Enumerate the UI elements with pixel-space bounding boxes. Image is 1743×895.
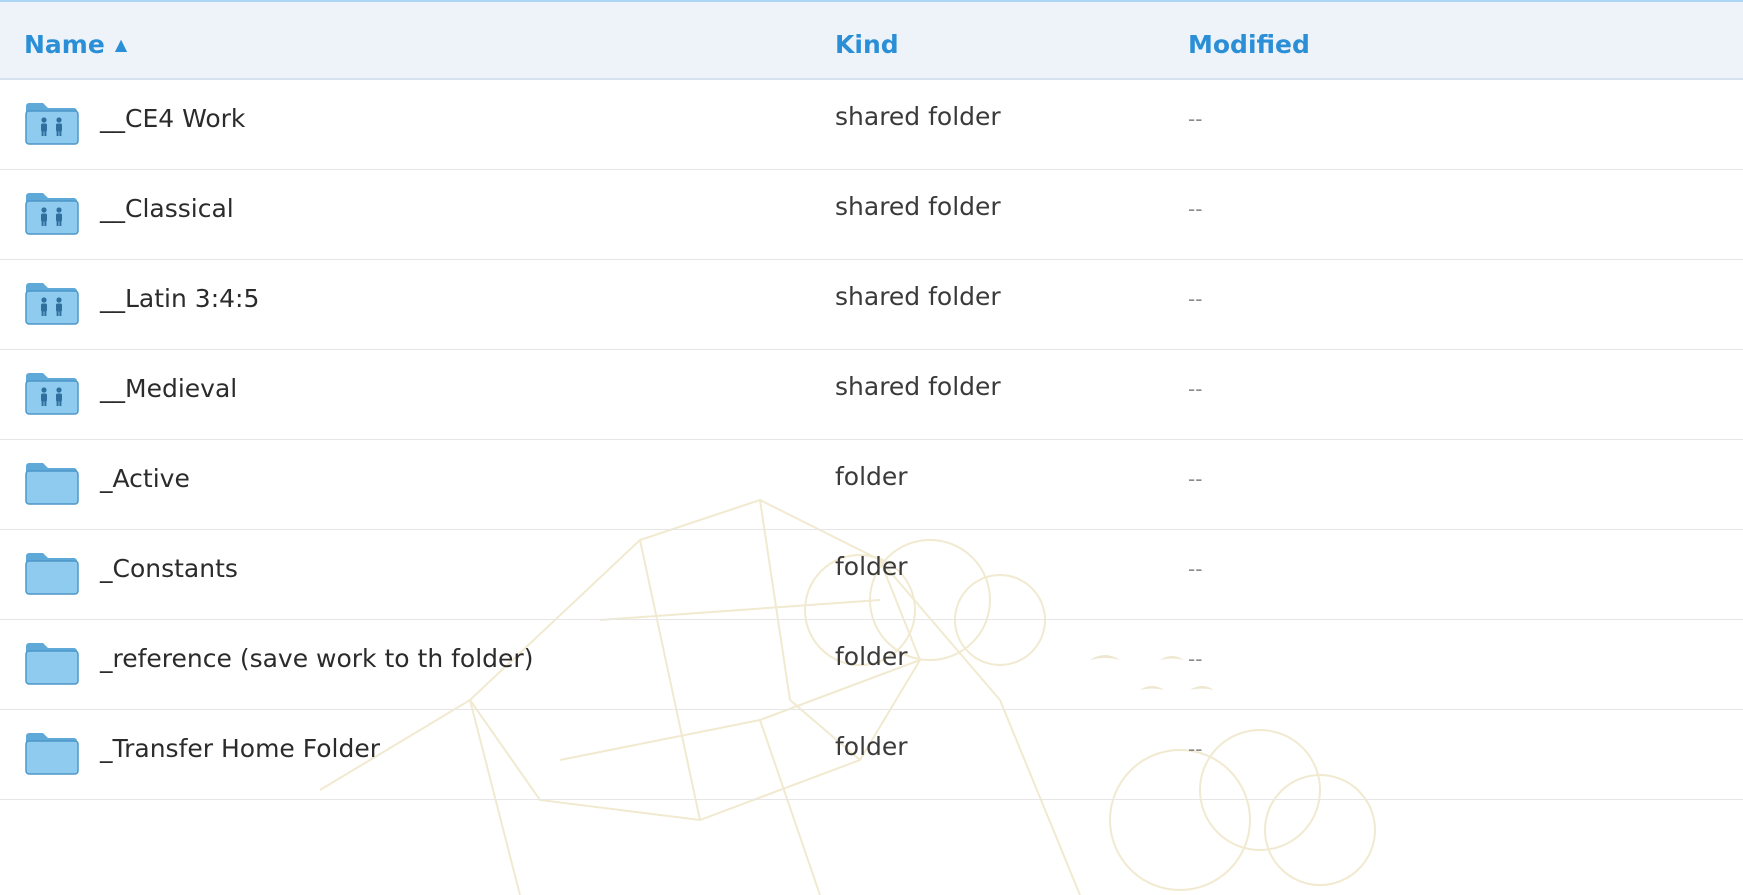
file-kind: shared folder xyxy=(835,282,1001,311)
file-browser: Name ▲ Kind Modified __CE4 Work shared fo… xyxy=(0,0,1743,895)
file-name: _Active xyxy=(100,464,190,493)
file-modified: -- xyxy=(1188,197,1203,221)
file-name: __Latin 3:4:5 xyxy=(100,284,260,313)
name-column-header[interactable]: Name ▲ xyxy=(24,2,127,78)
file-row[interactable]: _Constants folder -- xyxy=(0,530,1743,620)
file-kind: folder xyxy=(835,642,908,671)
file-modified: -- xyxy=(1188,737,1203,761)
file-kind: folder xyxy=(835,462,908,491)
file-row[interactable]: _Transfer Home Folder folder -- xyxy=(0,710,1743,800)
file-row[interactable]: __Medieval shared folder -- xyxy=(0,350,1743,440)
file-name: _reference (save work to th folder) xyxy=(100,644,534,673)
file-kind: folder xyxy=(835,552,908,581)
file-name: __Medieval xyxy=(100,374,238,403)
file-modified: -- xyxy=(1188,377,1203,401)
name-column-label: Name xyxy=(24,30,105,59)
file-kind: folder xyxy=(835,732,908,761)
file-modified: -- xyxy=(1188,647,1203,671)
folder-icon xyxy=(24,638,80,686)
file-modified: -- xyxy=(1188,287,1203,311)
file-modified: -- xyxy=(1188,467,1203,491)
file-list: __CE4 Work shared folder -- __Classical … xyxy=(0,80,1743,800)
file-name: __CE4 Work xyxy=(100,104,246,133)
file-name: _Constants xyxy=(100,554,238,583)
shared-folder-icon xyxy=(24,98,80,146)
modified-column-header[interactable]: Modified xyxy=(1188,2,1310,78)
folder-icon xyxy=(24,728,80,776)
file-row[interactable]: __Classical shared folder -- xyxy=(0,170,1743,260)
file-row[interactable]: _reference (save work to th folder) fold… xyxy=(0,620,1743,710)
kind-column-header[interactable]: Kind xyxy=(835,2,899,78)
sort-ascending-icon: ▲ xyxy=(114,35,128,54)
file-kind: shared folder xyxy=(835,102,1001,131)
file-kind: shared folder xyxy=(835,192,1001,221)
folder-icon xyxy=(24,548,80,596)
file-name: _Transfer Home Folder xyxy=(100,734,381,763)
file-name: __Classical xyxy=(100,194,234,223)
shared-folder-icon xyxy=(24,368,80,416)
file-row[interactable]: __CE4 Work shared folder -- xyxy=(0,80,1743,170)
column-header-bar: Name ▲ Kind Modified xyxy=(0,0,1743,80)
file-kind: shared folder xyxy=(835,372,1001,401)
file-row[interactable]: __Latin 3:4:5 shared folder -- xyxy=(0,260,1743,350)
file-modified: -- xyxy=(1188,557,1203,581)
file-modified: -- xyxy=(1188,107,1203,131)
file-row[interactable]: _Active folder -- xyxy=(0,440,1743,530)
shared-folder-icon xyxy=(24,188,80,236)
shared-folder-icon xyxy=(24,278,80,326)
folder-icon xyxy=(24,458,80,506)
